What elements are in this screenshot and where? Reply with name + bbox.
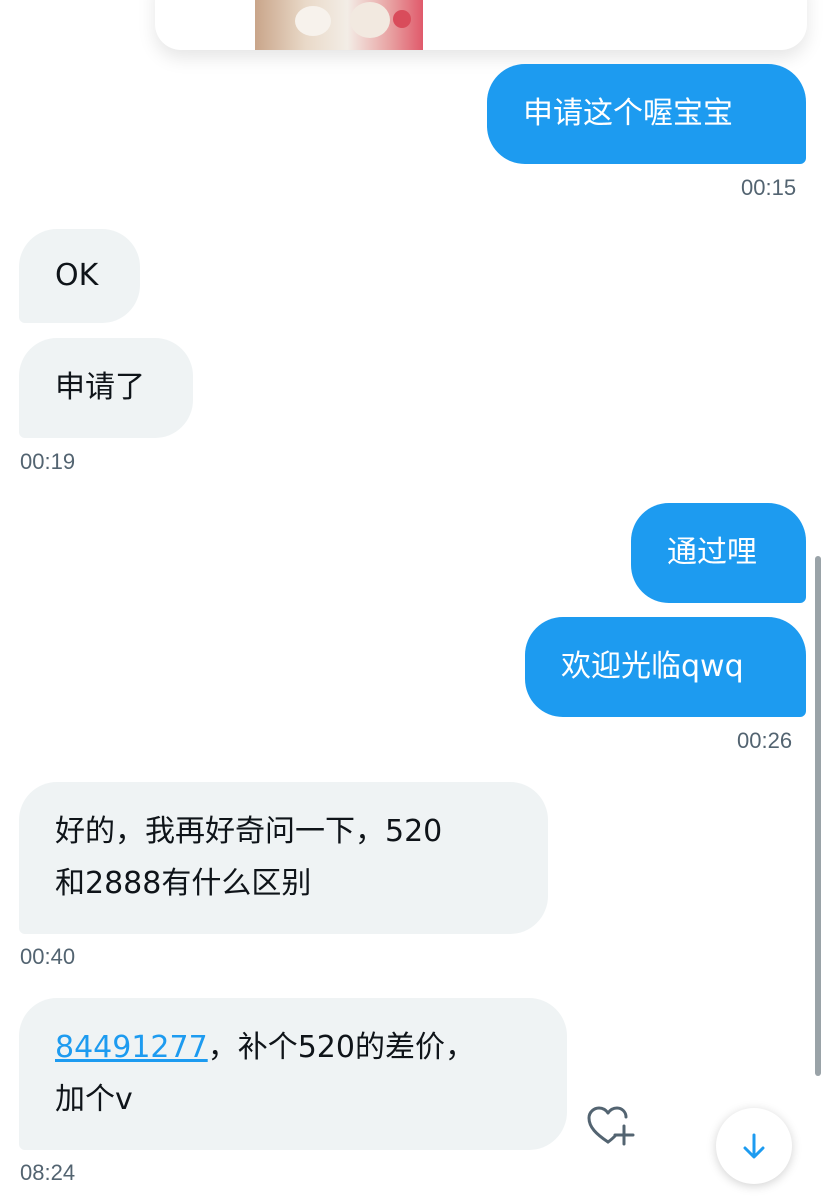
message-timestamp: 00:26 bbox=[737, 728, 793, 753]
shared-post-card[interactable] bbox=[155, 0, 807, 50]
message-text: 通过哩 bbox=[667, 535, 757, 570]
message-bubble-outgoing[interactable]: 欢迎光临qwq bbox=[525, 617, 806, 717]
message-timestamp: 08:24 bbox=[20, 1160, 76, 1185]
message-bubble-incoming[interactable]: 申请了 bbox=[19, 338, 193, 438]
message-text-line: 和2888有什么区别 bbox=[55, 866, 312, 901]
message-bubble-outgoing[interactable]: 申请这个喔宝宝 bbox=[487, 64, 806, 164]
message-bubble-outgoing[interactable]: 通过哩 bbox=[631, 503, 806, 603]
message-text-line: 加个v bbox=[55, 1082, 133, 1117]
chat-conversation: 申请这个喔宝宝 00:15 OK 申请了 00:19 通过哩 欢迎光临qwq 0… bbox=[0, 0, 826, 1200]
scrollbar-thumb[interactable] bbox=[815, 556, 821, 1076]
message-bubble-incoming[interactable]: OK bbox=[19, 229, 140, 323]
message-timestamp: 00:15 bbox=[741, 175, 797, 200]
arrow-down-icon bbox=[743, 1133, 765, 1159]
message-text: 申请这个喔宝宝 bbox=[523, 96, 733, 131]
message-bubble-incoming[interactable]: 好的，我再好奇问一下，520 和2888有什么区别 bbox=[19, 782, 548, 934]
message-link[interactable]: 84491277 bbox=[55, 1030, 208, 1065]
message-bubble-incoming[interactable]: 84491277，补个520的差价， 加个v bbox=[19, 998, 567, 1150]
message-text: 欢迎光临qwq bbox=[561, 649, 744, 684]
scroll-to-bottom-button[interactable] bbox=[716, 1108, 792, 1184]
message-text: 申请了 bbox=[55, 370, 145, 405]
shared-post-thumbnail[interactable] bbox=[255, 0, 423, 50]
message-text: OK bbox=[55, 258, 99, 293]
message-timestamp: 00:40 bbox=[20, 944, 76, 969]
add-reaction-button[interactable] bbox=[586, 1104, 636, 1148]
message-text-line: 84491277，补个520的差价， bbox=[55, 1022, 475, 1074]
message-timestamp: 00:19 bbox=[20, 449, 76, 474]
message-text-line: 好的，我再好奇问一下，520 bbox=[55, 814, 443, 849]
heart-plus-icon bbox=[587, 1106, 635, 1146]
message-text: ，补个520的差价， bbox=[207, 1030, 475, 1065]
